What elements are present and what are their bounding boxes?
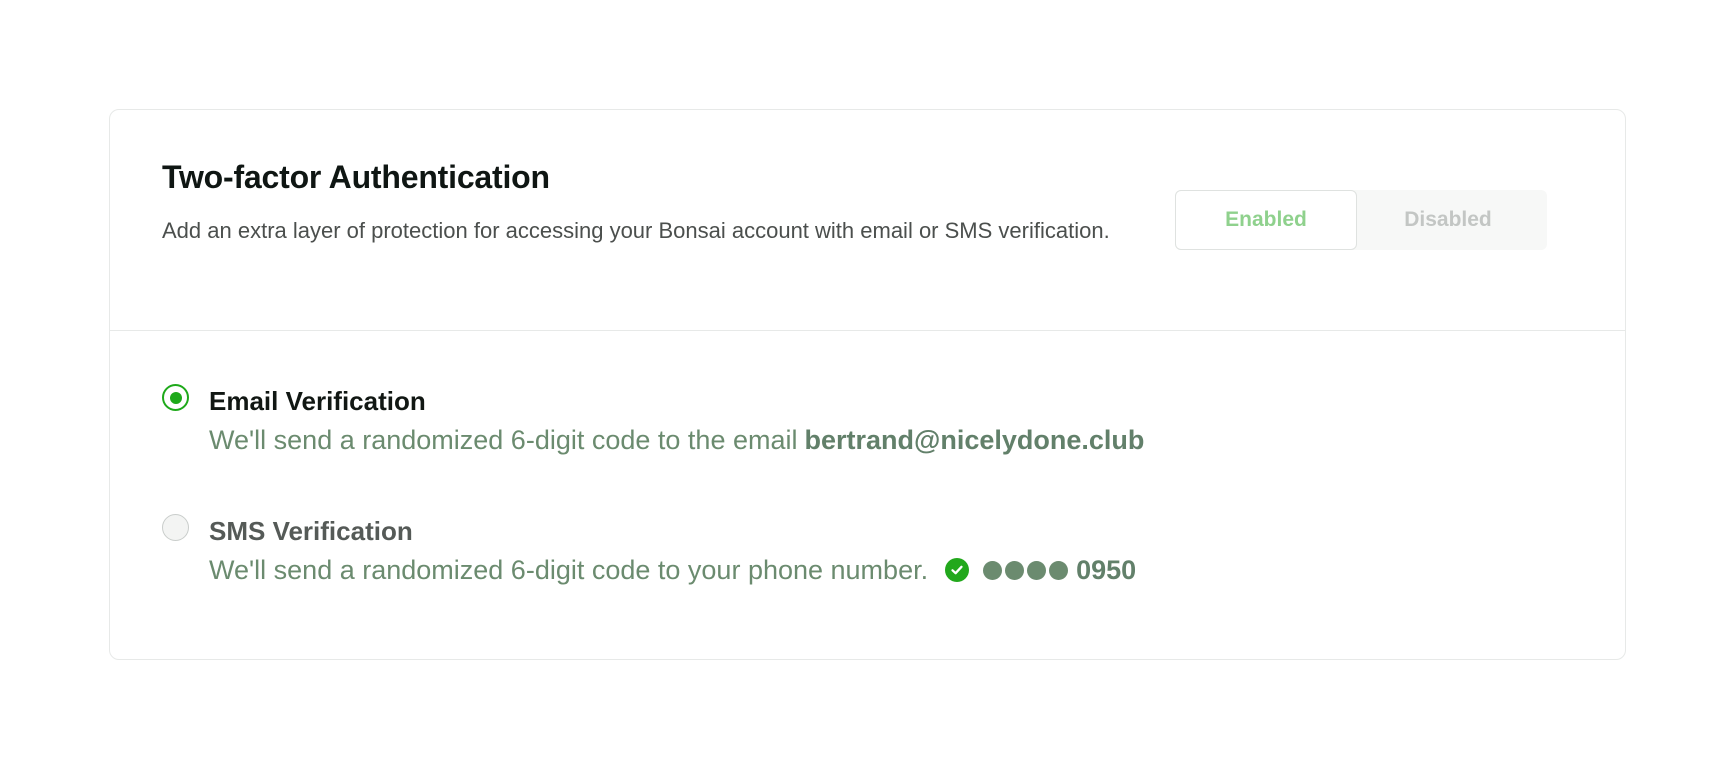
mask-dot	[1049, 560, 1069, 580]
disabled-button[interactable]: Disabled	[1357, 190, 1539, 250]
phone-last-digits: 0950	[1076, 555, 1137, 585]
two-factor-toggle: Enabled Disabled	[1175, 190, 1547, 250]
masked-phone-digits	[983, 560, 1069, 580]
email-option-text: We'll send a randomized 6-digit code to …	[209, 425, 798, 455]
two-factor-card: Two-factor Authentication Add an extra l…	[109, 109, 1626, 660]
sms-option-label: SMS Verification	[209, 516, 413, 546]
page-description: Add an extra layer of protection for acc…	[162, 218, 1110, 243]
sms-radio[interactable]	[162, 514, 189, 541]
enabled-button[interactable]: Enabled	[1175, 190, 1357, 250]
mask-dot	[1027, 560, 1047, 580]
email-option-description: We'll send a randomized 6-digit code to …	[209, 422, 1144, 458]
sms-option-description: We'll send a randomized 6-digit code to …	[209, 552, 1136, 588]
mask-dot	[1005, 560, 1025, 580]
email-option-label: Email Verification	[209, 386, 426, 416]
page-title: Two-factor Authentication	[162, 159, 550, 195]
check-circle-icon	[945, 558, 970, 582]
sms-option-text: We'll send a randomized 6-digit code to …	[209, 555, 929, 585]
mask-dot	[983, 560, 1003, 580]
email-radio[interactable]	[162, 384, 189, 411]
card-header: Two-factor Authentication Add an extra l…	[110, 110, 1625, 331]
email-address: bertrand@nicelydone.club	[804, 425, 1145, 455]
